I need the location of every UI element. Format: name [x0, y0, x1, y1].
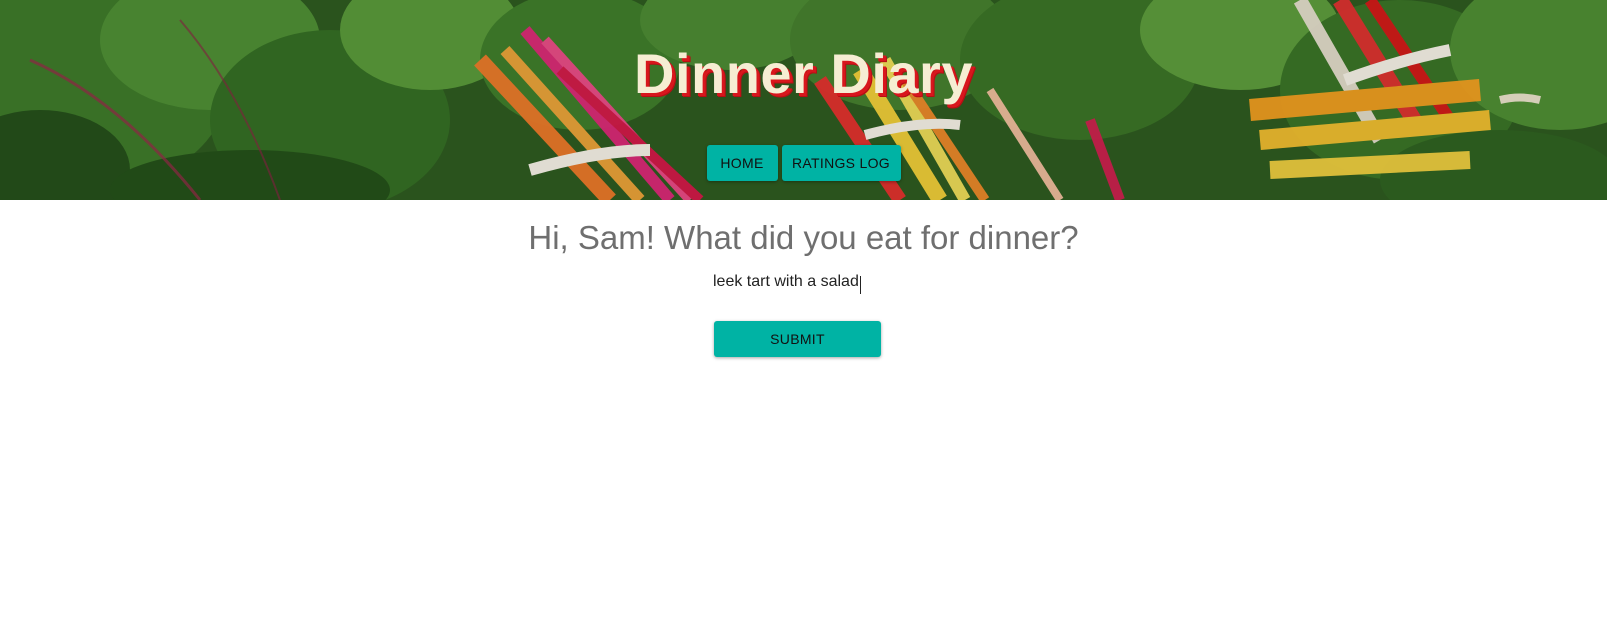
text-caret — [860, 276, 861, 294]
dinner-prompt-heading: Hi, Sam! What did you eat for dinner? — [528, 219, 1079, 256]
main-nav: HOME RATINGS LOG — [0, 145, 1607, 181]
nav-home-button[interactable]: HOME — [706, 145, 778, 181]
nav-ratings-log-button[interactable]: RATINGS LOG — [781, 145, 901, 181]
hero-header: Dinner Diary HOME RATINGS LOG — [0, 0, 1607, 200]
submit-button[interactable]: SUBMIT — [714, 321, 881, 357]
app-title: Dinner Diary — [634, 42, 973, 105]
dinner-input[interactable] — [713, 268, 877, 296]
